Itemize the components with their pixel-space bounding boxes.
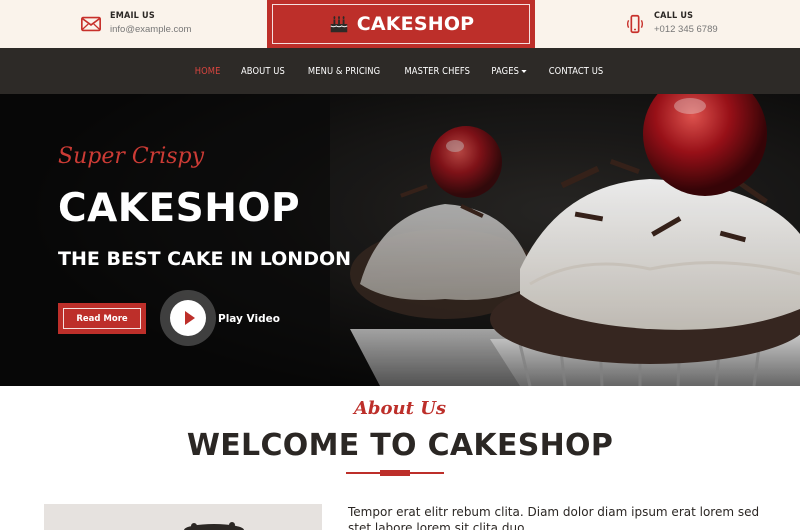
nav-item-about-us[interactable]: ABOUT US	[241, 66, 285, 77]
about-subtitle: About Us	[353, 398, 447, 419]
section-divider	[346, 470, 444, 476]
read-more-label: Read More	[76, 313, 128, 324]
email-label: EMAIL US	[110, 11, 155, 21]
hero-title: CAKESHOP	[58, 186, 301, 231]
phone-icon	[626, 14, 644, 34]
site-logo[interactable]: CAKESHOP	[267, 0, 535, 48]
nav-item-pages-label: PAGES	[491, 65, 520, 77]
about-title: WELCOME TO CAKESHOP	[186, 428, 614, 463]
hero-cupcake-image	[0, 94, 800, 386]
play-video-label[interactable]: Play Video	[218, 313, 280, 325]
call-contact[interactable]: CALL US +012 345 6789	[624, 10, 718, 37]
email-value[interactable]: info@example.com	[110, 23, 191, 37]
brand-name: CAKESHOP	[356, 13, 475, 35]
nav-item-master-chefs[interactable]: MASTER CHEFS	[404, 66, 470, 77]
nav-item-home[interactable]: HOME	[195, 66, 221, 77]
birthday-cake-icon	[330, 16, 348, 33]
play-icon	[185, 311, 195, 325]
about-text: Tempor erat elitr rebum clita. Diam dolo…	[348, 505, 760, 530]
read-more-button[interactable]: Read More	[58, 303, 146, 334]
call-label: CALL US	[654, 11, 694, 21]
hero-subtitle: Super Crispy	[58, 144, 205, 169]
hero-tagline: THE BEST CAKE IN LONDON	[58, 248, 352, 270]
main-nav: HOME ABOUT US MENU & PRICING MASTER CHEF…	[0, 48, 800, 94]
chevron-down-icon	[521, 69, 528, 73]
email-contact[interactable]: EMAIL US info@example.com	[80, 10, 191, 37]
hero-carousel: Super Crispy CAKESHOP THE BEST CAKE IN L…	[0, 94, 800, 386]
nav-item-pages-dropdown[interactable]: PAGES	[492, 66, 528, 77]
call-value[interactable]: +012 345 6789	[654, 23, 718, 37]
about-image	[44, 504, 322, 530]
top-info-bar: EMAIL US info@example.com CAKESHOP CALL …	[0, 0, 800, 48]
nav-item-contact-us[interactable]: CONTACT US	[548, 66, 603, 77]
nav-item-menu-pricing[interactable]: MENU & PRICING	[307, 66, 379, 77]
envelope-icon	[81, 16, 101, 32]
play-video-button[interactable]	[160, 290, 216, 346]
